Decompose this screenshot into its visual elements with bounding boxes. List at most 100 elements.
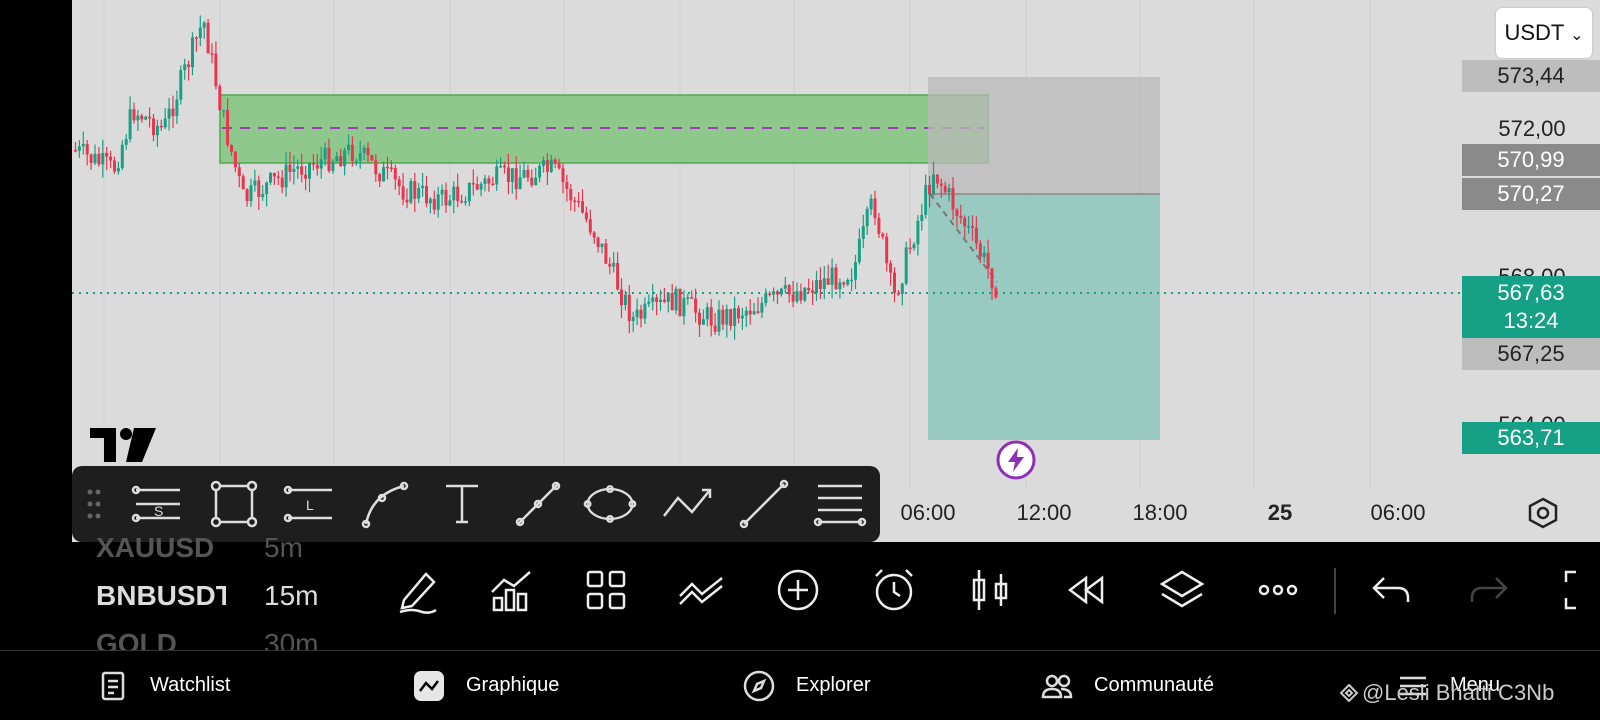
layers-icon[interactable] <box>1156 564 1208 616</box>
redo-icon[interactable] <box>1462 564 1514 616</box>
nav-communaute[interactable]: Communauté <box>1040 651 1214 720</box>
undo-icon[interactable] <box>1366 564 1418 616</box>
watchlist-prev-tf[interactable]: 5m <box>264 532 303 564</box>
nav-watchlist[interactable]: Watchlist <box>96 651 230 720</box>
chart-area[interactable]: 572,00 568,00 564,00 573,44 570,99 570,2… <box>72 0 1600 542</box>
trend-line-icon[interactable] <box>510 476 566 532</box>
alarm-icon[interactable] <box>868 564 920 616</box>
time-tick: 12:00 <box>1016 500 1072 525</box>
candle-body <box>269 172 272 183</box>
candle-body <box>413 181 417 199</box>
watchlist-next-symbol[interactable]: GOLD <box>96 628 177 650</box>
candle-body <box>565 181 569 190</box>
last-price: 567,63 <box>1497 280 1565 305</box>
candle-body <box>397 179 401 187</box>
candle-body <box>370 155 374 161</box>
candle-body <box>300 166 304 175</box>
current-symbol-clip: BNBUSDT <box>96 580 226 612</box>
candle-body <box>288 164 292 173</box>
fullscreen-icon[interactable] <box>1558 564 1600 616</box>
price-label-entry: 570,27 <box>1462 178 1600 210</box>
candle-body <box>292 168 296 173</box>
candle-body <box>374 160 378 175</box>
curve-icon[interactable] <box>358 476 414 532</box>
nav-graphique[interactable]: Graphique <box>412 651 559 720</box>
candle-type-icon[interactable] <box>964 564 1016 616</box>
candle-body <box>167 108 171 119</box>
watchlist-prev-symbol[interactable]: XAUUSD <box>96 532 214 564</box>
candle-body <box>491 183 495 186</box>
current-symbol[interactable]: BNBUSDT <box>96 580 226 611</box>
drag-grip-icon[interactable] <box>86 486 102 522</box>
bar-countdown: 13:24 <box>1503 308 1559 333</box>
candle-body <box>179 70 183 100</box>
indicators-icon[interactable] <box>486 564 538 616</box>
candle-body <box>163 118 167 128</box>
chart-settings-icon[interactable] <box>1526 496 1560 530</box>
price-label-stop: 563,71 <box>1462 422 1600 454</box>
candle-body <box>335 156 339 162</box>
add-icon[interactable] <box>772 564 824 616</box>
candle-body <box>713 325 717 332</box>
candle-body <box>869 198 873 210</box>
candle-body <box>366 147 370 156</box>
candle-body <box>77 146 81 151</box>
candle-body <box>881 233 885 237</box>
candle-body <box>257 180 261 198</box>
horizontal-lines-icon[interactable] <box>812 476 868 532</box>
candle-body <box>627 294 631 322</box>
candle-body <box>857 238 861 263</box>
candle-body <box>815 280 818 293</box>
nav-explorer[interactable]: Explorer <box>742 651 870 720</box>
candle-body <box>596 237 600 248</box>
candle-body <box>838 282 842 290</box>
candle-body <box>93 153 97 163</box>
current-timeframe[interactable]: 15m <box>264 580 318 612</box>
candle-body <box>698 312 701 325</box>
candle-body <box>261 194 265 198</box>
candle-body <box>389 167 393 170</box>
line-icon[interactable] <box>736 476 792 532</box>
compare-icon[interactable] <box>676 564 728 616</box>
currency-selector[interactable]: USDT ⌄ <box>1496 8 1592 58</box>
candle-body <box>893 272 896 294</box>
candle-body <box>577 200 581 203</box>
candle-body <box>191 37 194 68</box>
price-label-target: 570,99 <box>1462 144 1600 176</box>
candle-body <box>97 153 101 165</box>
candle-body <box>620 289 623 306</box>
parallel-lines-l-icon[interactable]: L <box>282 476 338 532</box>
candle-body <box>932 174 935 194</box>
candle-body <box>304 174 308 179</box>
candle-body <box>783 285 787 289</box>
parallel-channel-s-icon[interactable]: S <box>130 476 186 532</box>
pencil-icon[interactable] <box>392 564 444 616</box>
watchlist-next-tf[interactable]: 30m <box>264 628 318 650</box>
candle-body <box>659 299 662 302</box>
candle-body <box>889 263 893 273</box>
candle-body <box>920 214 924 221</box>
candle-body <box>939 183 943 186</box>
lightning-icon[interactable] <box>996 440 1036 480</box>
candle-body <box>452 186 456 201</box>
chart-grid <box>103 0 1371 490</box>
more-icon[interactable] <box>1252 564 1304 616</box>
candle-body <box>128 109 132 139</box>
replay-icon[interactable] <box>1060 564 1112 616</box>
rectangle-icon[interactable] <box>206 476 262 532</box>
time-tick: 18:00 <box>1132 500 1188 525</box>
candle-body <box>538 165 542 178</box>
candle-body <box>807 287 811 291</box>
candle-body <box>865 209 869 227</box>
candle-body <box>503 165 506 168</box>
path-icon[interactable] <box>660 476 716 532</box>
text-icon[interactable] <box>434 476 490 532</box>
templates-grid-icon[interactable] <box>580 564 632 616</box>
ellipse-icon[interactable] <box>582 476 642 532</box>
candle-body <box>811 290 815 293</box>
candle-body <box>202 22 206 28</box>
candle-body <box>647 301 651 304</box>
candle-body <box>776 291 779 295</box>
price-chart[interactable] <box>72 0 1600 542</box>
candle-body <box>518 177 522 190</box>
